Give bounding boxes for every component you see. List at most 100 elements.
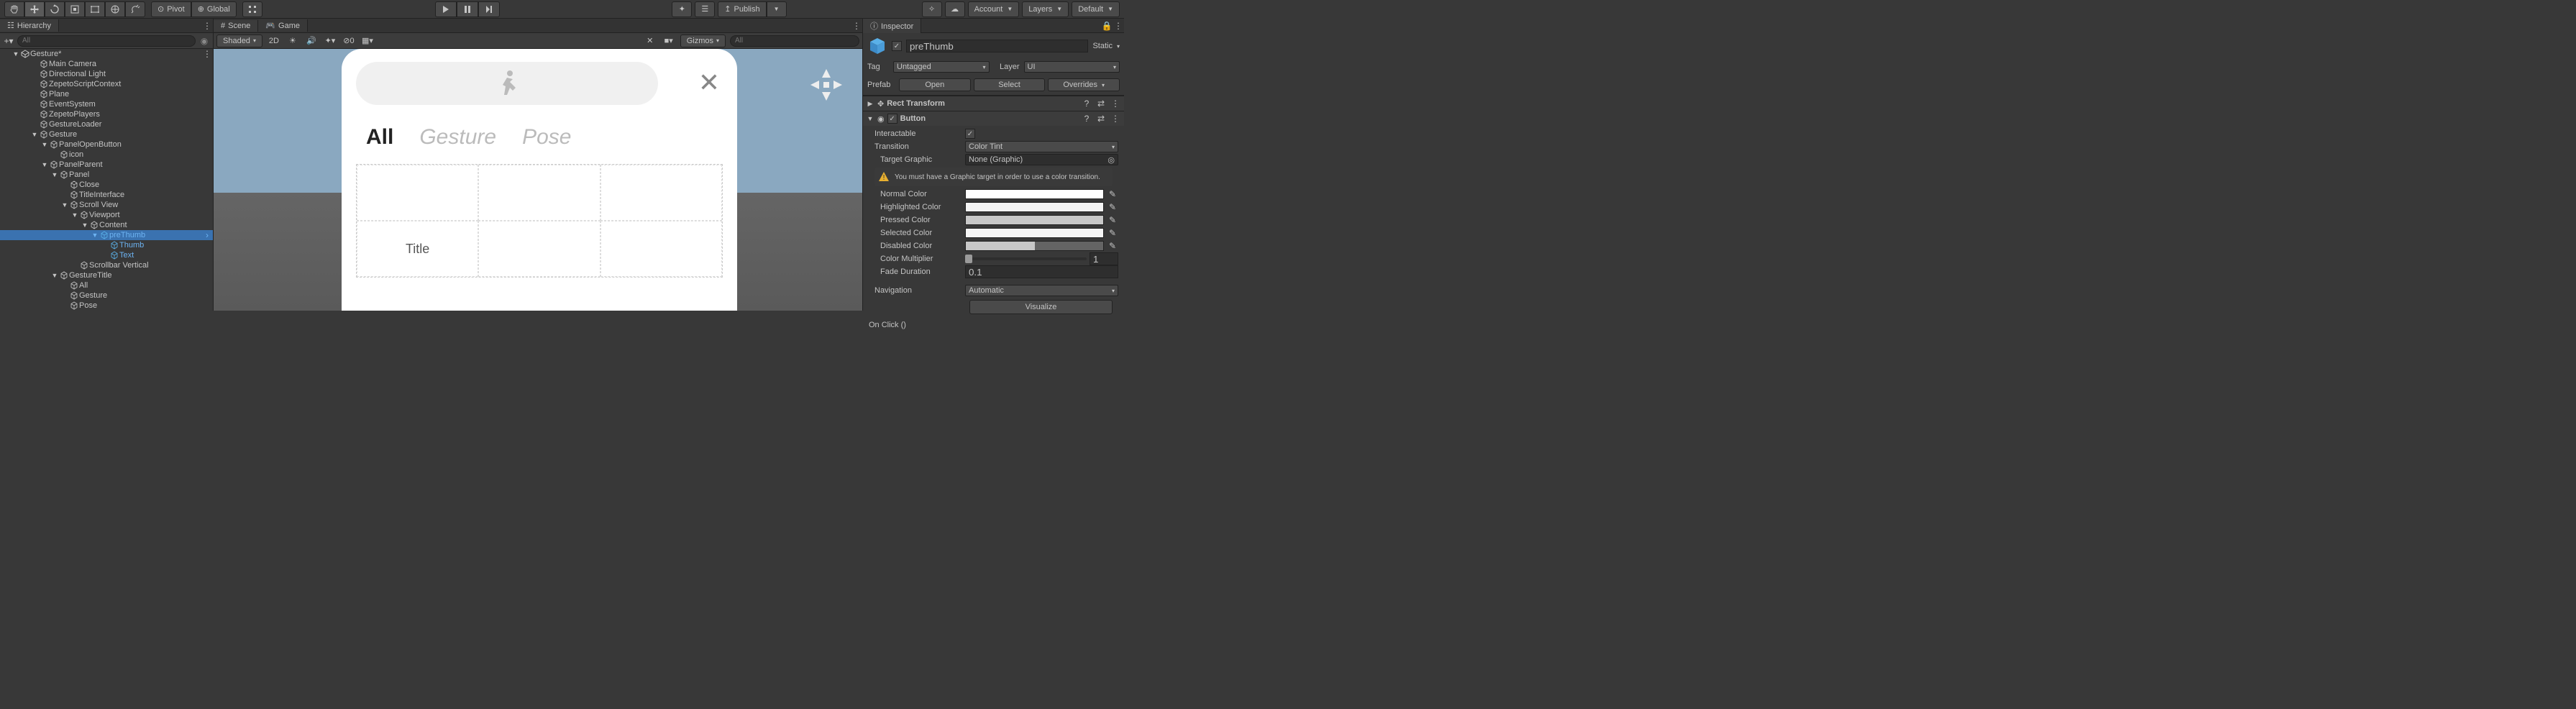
lock-icon[interactable]: 🔒: [1101, 20, 1113, 32]
transform-tool[interactable]: [105, 1, 125, 17]
hierarchy-item-scroll-view[interactable]: ▼Scroll View: [0, 200, 213, 210]
component-foldout[interactable]: ▼: [866, 115, 874, 122]
hierarchy-item-titleinterface[interactable]: TitleInterface: [0, 190, 213, 200]
snap-toggle[interactable]: [242, 1, 262, 17]
hierarchy-item-text[interactable]: Text: [0, 250, 213, 260]
play-button[interactable]: [435, 1, 457, 17]
hierarchy-tab[interactable]: ☷Hierarchy: [0, 19, 59, 32]
highlighted-color-field[interactable]: [965, 202, 1104, 212]
color-multiplier-slider[interactable]: [965, 257, 1087, 260]
panel-menu-icon[interactable]: ⋮: [851, 20, 862, 32]
layer-dropdown[interactable]: UI▾: [1024, 61, 1120, 73]
hierarchy-item-zepetoscriptcontext[interactable]: ZepetoScriptContext: [0, 79, 213, 89]
hierarchy-item-prethumb[interactable]: ▼preThumb›: [0, 230, 213, 240]
world-icon-btn[interactable]: ✦: [672, 1, 692, 17]
hierarchy-item-gestureloader[interactable]: GestureLoader: [0, 119, 213, 129]
hidden-toggle[interactable]: ⊘0: [342, 35, 356, 47]
grid-icon-btn[interactable]: ☰: [695, 1, 715, 17]
layout-dropdown[interactable]: Default▼: [1072, 1, 1120, 17]
visualize-button[interactable]: Visualize: [969, 300, 1113, 314]
scene-root[interactable]: ▼ Gesture* ⋮: [0, 49, 213, 59]
preset-icon[interactable]: ⇄: [1095, 113, 1107, 124]
hierarchy-item-zepetoplayers[interactable]: ZepetoPlayers: [0, 109, 213, 119]
component-enabled-checkbox[interactable]: ✓: [887, 114, 898, 124]
hierarchy-item-panel[interactable]: ▼Panel: [0, 170, 213, 180]
move-tool[interactable]: [24, 1, 45, 17]
scene-menu-icon[interactable]: ⋮: [201, 49, 213, 60]
transition-dropdown[interactable]: Color Tint▾: [965, 141, 1118, 152]
prefab-overrides-button[interactable]: Overrides▾: [1048, 78, 1120, 91]
publish-button[interactable]: ↥Publish: [718, 1, 766, 17]
pressed-color-field[interactable]: [965, 215, 1104, 225]
2d-toggle[interactable]: 2D: [267, 35, 281, 47]
tools-icon[interactable]: ✕: [643, 35, 657, 47]
grid-toggle[interactable]: ▦▾: [360, 35, 375, 47]
disabled-color-field[interactable]: [965, 241, 1104, 251]
cloud-button[interactable]: ☁: [945, 1, 965, 17]
settings-icon-btn[interactable]: ✧: [922, 1, 942, 17]
camera-icon-btn[interactable]: ■▾: [662, 35, 676, 47]
scene-tab[interactable]: #Scene: [214, 20, 258, 32]
hierarchy-item-directional-light[interactable]: Directional Light: [0, 69, 213, 79]
component-menu-icon[interactable]: ⋮: [1110, 113, 1121, 124]
hierarchy-item-gesture[interactable]: Gesture: [0, 291, 213, 301]
hierarchy-item-gesturetitle[interactable]: ▼GestureTitle: [0, 270, 213, 280]
hierarchy-item-all[interactable]: All: [0, 280, 213, 291]
rotate-tool[interactable]: [45, 1, 65, 17]
fade-duration-field[interactable]: [965, 265, 1118, 278]
component-menu-icon[interactable]: ⋮: [1110, 98, 1121, 109]
hierarchy-item-thumb[interactable]: Thumb: [0, 240, 213, 250]
navigation-dropdown[interactable]: Automatic▾: [965, 285, 1118, 296]
eyedropper-icon[interactable]: ✎: [1107, 227, 1118, 239]
hierarchy-filter-icon[interactable]: ◉: [198, 35, 210, 47]
inspector-tab[interactable]: ⓘInspector: [863, 19, 921, 33]
hierarchy-item-viewport[interactable]: ▼Viewport: [0, 210, 213, 220]
create-dropdown[interactable]: +▾: [3, 35, 14, 47]
hierarchy-item-icon[interactable]: icon: [0, 150, 213, 160]
layers-dropdown[interactable]: Layers▼: [1022, 1, 1069, 17]
account-dropdown[interactable]: Account▼: [968, 1, 1020, 17]
fx-toggle[interactable]: ✦▾: [323, 35, 337, 47]
hierarchy-item-eventsystem[interactable]: EventSystem: [0, 99, 213, 109]
hierarchy-item-close[interactable]: Close: [0, 180, 213, 190]
hierarchy-item-panelparent[interactable]: ▼PanelParent: [0, 160, 213, 170]
rect-tool[interactable]: [85, 1, 105, 17]
gameobject-active-checkbox[interactable]: ✓: [892, 41, 902, 51]
preset-icon[interactable]: ⇄: [1095, 98, 1107, 109]
object-picker-icon[interactable]: ◎: [1107, 155, 1115, 165]
hand-tool[interactable]: [4, 1, 24, 17]
hierarchy-item-pose[interactable]: Pose: [0, 301, 213, 311]
eyedropper-icon[interactable]: ✎: [1107, 201, 1118, 213]
hierarchy-search[interactable]: [17, 35, 196, 47]
interactable-checkbox[interactable]: ✓: [965, 129, 975, 139]
eyedropper-icon[interactable]: ✎: [1107, 214, 1118, 226]
gameobject-name-field[interactable]: [906, 40, 1088, 52]
pause-button[interactable]: [457, 1, 478, 17]
hierarchy-item-gesture[interactable]: ▼Gesture: [0, 129, 213, 139]
scene-gizmo[interactable]: [805, 63, 848, 106]
custom-tool[interactable]: [125, 1, 145, 17]
help-icon[interactable]: ?: [1081, 98, 1092, 109]
pivot-toggle[interactable]: ⊙Pivot: [151, 1, 191, 17]
scene-search[interactable]: [730, 35, 859, 47]
scene-viewport[interactable]: ✕ All Gesture Pose Title: [214, 49, 862, 311]
global-toggle[interactable]: ⊕Global: [191, 1, 237, 17]
prefab-open-button[interactable]: Open: [899, 78, 971, 91]
hierarchy-item-content[interactable]: ▼Content: [0, 220, 213, 230]
eyedropper-icon[interactable]: ✎: [1107, 240, 1118, 252]
tag-dropdown[interactable]: Untagged▾: [893, 61, 990, 73]
selected-color-field[interactable]: [965, 228, 1104, 238]
normal-color-field[interactable]: [965, 189, 1104, 199]
hierarchy-item-main-camera[interactable]: Main Camera: [0, 59, 213, 69]
audio-toggle[interactable]: 🔊: [304, 35, 319, 47]
game-tab[interactable]: 🎮Game: [258, 19, 308, 32]
hierarchy-item-scrollbar-vertical[interactable]: Scrollbar Vertical: [0, 260, 213, 270]
prefab-select-button[interactable]: Select: [974, 78, 1046, 91]
lighting-toggle[interactable]: ☀: [286, 35, 300, 47]
hierarchy-item-plane[interactable]: Plane: [0, 89, 213, 99]
color-multiplier-value[interactable]: [1090, 252, 1118, 265]
shading-mode[interactable]: Shaded▾: [216, 35, 262, 47]
component-foldout[interactable]: ▶: [866, 100, 874, 108]
help-icon[interactable]: ?: [1081, 113, 1092, 124]
hierarchy-item-panelopenbutton[interactable]: ▼PanelOpenButton: [0, 139, 213, 150]
